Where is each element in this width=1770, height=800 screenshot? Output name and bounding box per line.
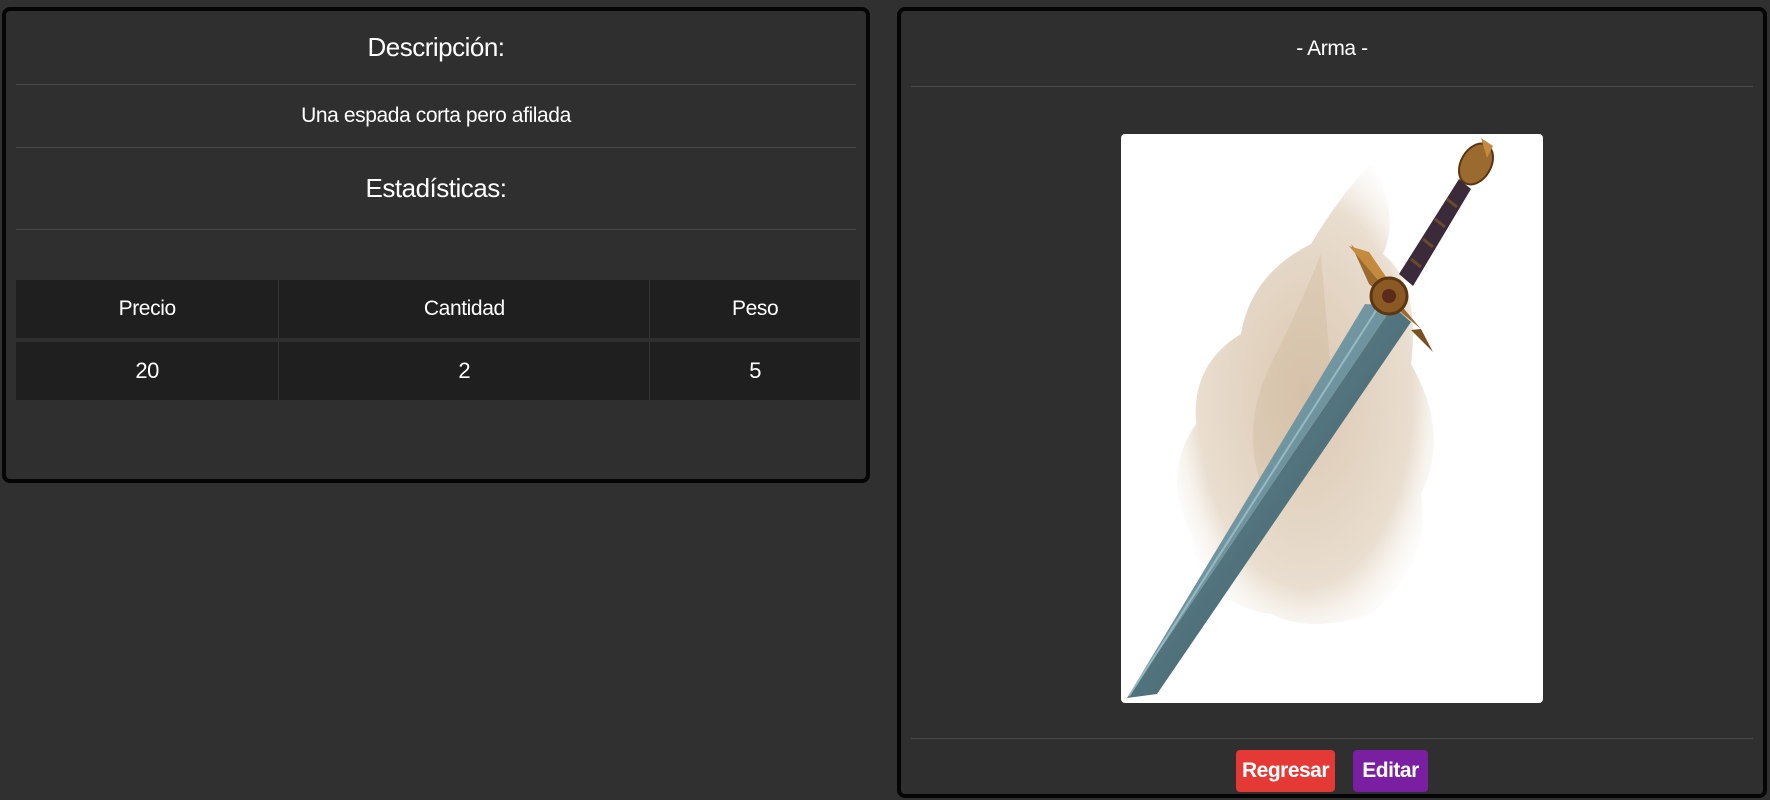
- details-card: Descripción: Una espada corta pero afila…: [2, 7, 870, 483]
- item-card: - Arma - Regresar Editar: [897, 7, 1767, 798]
- stats-table: Precio Cantidad Peso 20 2 5: [16, 276, 860, 404]
- description-row: Una espada corta pero afilada: [16, 85, 856, 148]
- stats-quantity-value: 2: [279, 342, 651, 400]
- actions-row: Regresar Editar: [911, 738, 1753, 794]
- stats-header-price: Precio: [16, 280, 280, 338]
- sword-icon: [1127, 138, 1495, 698]
- description-heading: Descripción:: [367, 32, 505, 62]
- stats-header-quantity: Cantidad: [279, 280, 651, 338]
- back-button[interactable]: Regresar: [1236, 749, 1335, 792]
- stats-header-weight: Peso: [650, 280, 860, 338]
- stats-price-value: 20: [16, 342, 280, 400]
- stats-heading-row: Estadísticas:: [16, 148, 856, 230]
- stats-weight-value: 5: [650, 342, 860, 400]
- table-row: 20 2 5: [16, 342, 860, 400]
- item-title-row: - Arma -: [911, 11, 1753, 87]
- stats-table-header-row: Precio Cantidad Peso: [16, 280, 860, 338]
- weapon-image: [1121, 134, 1543, 703]
- item-category-title: - Arma -: [1296, 36, 1368, 60]
- stats-heading: Estadísticas:: [365, 173, 507, 203]
- description-heading-row: Descripción:: [16, 11, 856, 85]
- edit-button[interactable]: Editar: [1353, 749, 1428, 792]
- description-text: Una espada corta pero afilada: [301, 104, 571, 127]
